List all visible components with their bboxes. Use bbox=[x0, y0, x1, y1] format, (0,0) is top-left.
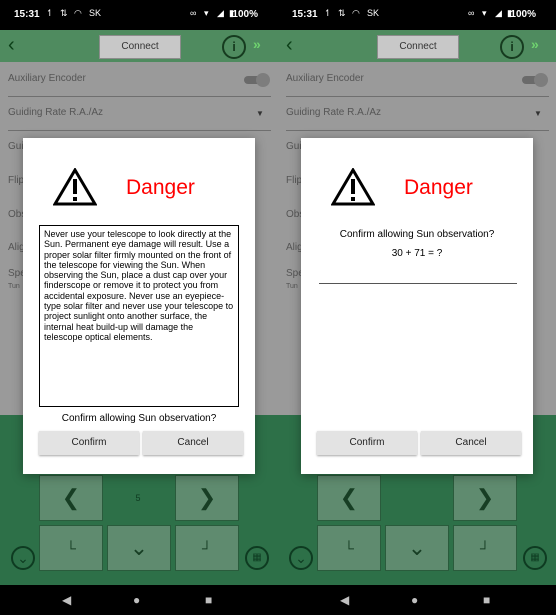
phone-right: 15:31 ↿ ⇅ ◠ SK ∞ ▾ ◢ ▮ 100% ‹ Connect i … bbox=[278, 0, 556, 615]
left-arrow-button[interactable]: ❮ bbox=[39, 475, 103, 521]
nav-recents-icon[interactable]: ■ bbox=[205, 593, 212, 607]
confirm-button[interactable]: Confirm bbox=[317, 431, 417, 455]
nav-home-icon[interactable]: ● bbox=[411, 593, 418, 607]
dropdown-icon[interactable]: ▼ bbox=[256, 109, 264, 118]
status-battery: 100% bbox=[510, 9, 536, 20]
wifi-status-icon: ▾ bbox=[482, 8, 487, 18]
status-battery: 100% bbox=[232, 9, 258, 20]
status-time: 15:31 bbox=[14, 9, 40, 20]
nav-recents-icon[interactable]: ■ bbox=[483, 593, 490, 607]
nav-home-icon[interactable]: ● bbox=[133, 593, 140, 607]
phone-left: 15:31 ↿ ⇅ ◠ SK ∞ ▾ ◢ ▮ 100% ‹ Connect i … bbox=[0, 0, 278, 615]
down-right-button[interactable]: ┘ bbox=[175, 525, 239, 571]
wifi-small-icon: ⇅ bbox=[338, 8, 346, 18]
tune-label: Tun bbox=[286, 283, 298, 290]
confirm-question: Confirm allowing Sun observation? bbox=[61, 413, 217, 424]
cancel-button[interactable]: Cancel bbox=[143, 431, 243, 455]
nav-back-icon[interactable]: ◀ bbox=[340, 593, 349, 607]
flip-label: Flip bbox=[8, 175, 25, 186]
aux-encoder-label: Auxiliary Encoder bbox=[8, 73, 86, 84]
answer-input[interactable] bbox=[319, 283, 517, 284]
double-chevron-icon: » bbox=[253, 36, 261, 52]
guiding-rate-label: Guiding Rate R.A./Az bbox=[8, 107, 104, 118]
top-toolbar: ‹ Connect i » bbox=[278, 30, 556, 62]
info-icon[interactable]: i bbox=[500, 35, 524, 59]
double-chevron-icon: » bbox=[531, 36, 539, 52]
top-toolbar: ‹ Connect i » bbox=[0, 30, 278, 62]
link-icon: ∞ bbox=[468, 8, 475, 18]
signal-icon: ↿ bbox=[324, 8, 332, 18]
aux-encoder-toggle[interactable] bbox=[522, 73, 548, 87]
dialog-title: Danger bbox=[126, 176, 195, 199]
nav-bar: ◀ ● ■ bbox=[278, 585, 556, 615]
signal-icon: ↿ bbox=[46, 8, 54, 18]
gui-label: Gui bbox=[286, 141, 302, 152]
status-time: 15:31 bbox=[292, 9, 318, 20]
status-carrier: SK bbox=[89, 8, 102, 18]
connect-button[interactable]: Connect bbox=[99, 35, 181, 59]
wifi-icon: ◠ bbox=[352, 8, 360, 18]
guiding-rate-label: Guiding Rate R.A./Az bbox=[286, 107, 382, 118]
wifi-small-icon: ⇅ bbox=[60, 8, 68, 18]
status-bar: 15:31 ↿ ⇅ ◠ SK ∞ ▾ ◢ ▮ 100% bbox=[278, 0, 556, 30]
signal-status-icon: ◢ bbox=[495, 8, 502, 18]
down-arrow-button[interactable]: ⌄ bbox=[385, 525, 449, 571]
nav-bar: ◀ ● ■ bbox=[0, 585, 278, 615]
status-carrier: SK bbox=[367, 8, 380, 18]
back-arrow-icon[interactable]: ‹ bbox=[8, 34, 15, 57]
wifi-icon: ◠ bbox=[74, 8, 82, 18]
confirm-question: Confirm allowing Sun observation? bbox=[339, 229, 495, 240]
right-arrow-button[interactable]: ❯ bbox=[453, 475, 517, 521]
wifi-status-icon: ▾ bbox=[204, 8, 209, 18]
math-question: 30 + 71 = ? bbox=[391, 248, 443, 259]
aux-encoder-label: Auxiliary Encoder bbox=[286, 73, 364, 84]
danger-dialog: Danger Confirm allowing Sun observation?… bbox=[301, 138, 533, 474]
right-arrow-button[interactable]: ❯ bbox=[175, 475, 239, 521]
aux-encoder-toggle[interactable] bbox=[244, 73, 270, 87]
flip-label: Flip bbox=[286, 175, 303, 186]
back-arrow-icon[interactable]: ‹ bbox=[286, 34, 293, 57]
dialog-title: Danger bbox=[404, 176, 473, 199]
info-icon[interactable]: i bbox=[222, 35, 246, 59]
gui-label: Gui bbox=[8, 141, 24, 152]
warning-icon bbox=[330, 167, 376, 211]
speed-value: 5 bbox=[135, 493, 141, 503]
keypad-icon[interactable]: ▦ bbox=[245, 546, 269, 570]
down-right-button[interactable]: ┘ bbox=[453, 525, 517, 571]
cancel-button[interactable]: Cancel bbox=[421, 431, 521, 455]
signal-status-icon: ◢ bbox=[217, 8, 224, 18]
danger-dialog: Danger Never use your telescope to look … bbox=[23, 138, 255, 474]
warning-icon bbox=[52, 167, 98, 211]
link-icon: ∞ bbox=[190, 8, 197, 18]
expand-circle-icon[interactable]: ⌄ bbox=[289, 546, 313, 570]
down-left-button[interactable]: └ bbox=[317, 525, 381, 571]
confirm-button[interactable]: Confirm bbox=[39, 431, 139, 455]
left-arrow-button[interactable]: ❮ bbox=[317, 475, 381, 521]
down-left-button[interactable]: └ bbox=[39, 525, 103, 571]
connect-button[interactable]: Connect bbox=[377, 35, 459, 59]
keypad-icon[interactable]: ▦ bbox=[523, 546, 547, 570]
dropdown-icon[interactable]: ▼ bbox=[534, 109, 542, 118]
nav-back-icon[interactable]: ◀ bbox=[62, 593, 71, 607]
down-arrow-button[interactable]: ⌄ bbox=[107, 525, 171, 571]
status-bar: 15:31 ↿ ⇅ ◠ SK ∞ ▾ ◢ ▮ 100% bbox=[0, 0, 278, 30]
tune-label: Tun bbox=[8, 283, 20, 290]
warning-textbox[interactable]: Never use your telescope to look directl… bbox=[39, 225, 239, 407]
expand-circle-icon[interactable]: ⌄ bbox=[11, 546, 35, 570]
